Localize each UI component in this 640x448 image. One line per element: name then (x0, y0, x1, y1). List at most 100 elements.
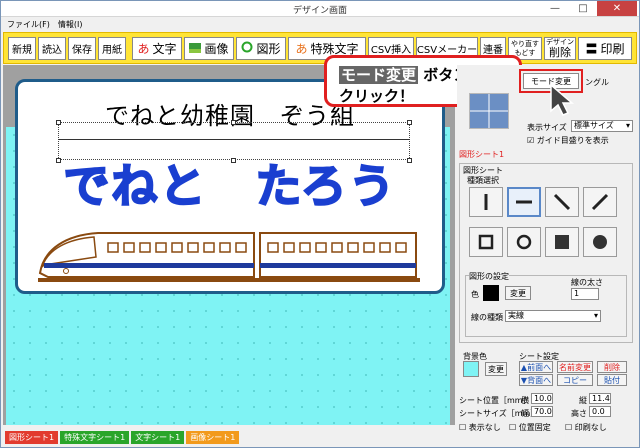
layout-preview (469, 93, 509, 129)
line-width-label: 線の太さ (571, 278, 603, 287)
delete-design-button[interactable]: デザイン 削除 (544, 37, 576, 60)
line-type-label: 線の種類 (471, 313, 503, 322)
x-input[interactable]: 10.0 (531, 393, 553, 404)
image-button[interactable]: 画像 (184, 37, 234, 60)
text-button[interactable]: あ文字 (132, 37, 182, 60)
y-value: 11.4 (592, 394, 610, 403)
close-button[interactable]: ✕ (597, 1, 637, 16)
window-controls: — □ ✕ (541, 1, 637, 16)
width-input[interactable]: 70.0 (531, 406, 553, 417)
hide-checkbox[interactable]: ☐ 表示なし (459, 422, 501, 433)
sheet-position-label: シート位置［mm］ (459, 396, 531, 405)
position-fixed-checkbox[interactable]: ☐ 位置固定 (509, 422, 551, 433)
load-button[interactable]: 読込 (38, 37, 66, 60)
height-value: 0.0 (592, 407, 605, 416)
circle-shape-button[interactable] (507, 227, 541, 257)
mode-label: ングル (585, 78, 609, 87)
position-fixed-label: 位置固定 (518, 423, 551, 432)
no-print-checkbox[interactable]: ☐ 印刷なし (565, 422, 607, 433)
delete-sheet-button[interactable]: 削除 (597, 361, 627, 373)
delete-bottom-label: 削除 (549, 46, 571, 59)
callout-line2: クリック！ (339, 87, 415, 105)
checkbox-icon: ☐ (565, 423, 573, 432)
print-icon: 〓 (585, 42, 598, 56)
no-print-label: 印刷なし (574, 423, 607, 432)
current-sheet-title: 図形シート1 (459, 150, 505, 159)
line-shape[interactable] (58, 139, 410, 140)
shape-button-label: 図形 (256, 42, 281, 56)
print-label: 印刷 (600, 42, 625, 56)
image-button-label: 画像 (204, 42, 229, 56)
copy-button[interactable]: コピー (557, 374, 593, 386)
paper-button[interactable]: 用紙 (98, 37, 126, 60)
rename-button[interactable]: 名前変更 (557, 361, 593, 373)
resize-handle[interactable] (56, 120, 61, 125)
line-width-input[interactable]: 1 (571, 288, 599, 300)
diagonal-up-shape-button[interactable] (583, 187, 617, 217)
name-card[interactable]: でねと幼稚園 ぞう組 でねと たろう (15, 79, 445, 294)
sheet-tab[interactable]: 図形シート1 (5, 431, 59, 444)
child-name-text[interactable]: でねと たろう (18, 150, 442, 216)
hide-label: 表示なし (468, 423, 501, 432)
menu-file[interactable]: ファイル(F) (7, 18, 50, 32)
color-change-button[interactable]: 変更 (505, 286, 531, 300)
sheet-tab[interactable]: 画像シート1 (186, 431, 240, 444)
sheet-tab[interactable]: 文字シート1 (131, 431, 185, 444)
mouse-pointer-icon (550, 83, 575, 116)
diagonal-down-shape-button[interactable] (545, 187, 579, 217)
bg-change-button[interactable]: 変更 (485, 362, 507, 376)
display-size-label: 表示サイズ (527, 123, 567, 132)
height-label: 高さ (571, 409, 587, 418)
guide-checkbox[interactable]: ☑ ガイド目盛りを表示 (527, 135, 609, 146)
height-input[interactable]: 0.0 (589, 406, 611, 417)
display-size-select[interactable]: 標準サイズ ▾ (571, 120, 633, 132)
color-swatch (483, 285, 499, 301)
rectangle-outline-icon (478, 234, 494, 250)
sheet-tabs: 図形シート1 特殊文字シート1 文字シート1 画像シート1 (5, 431, 240, 445)
resize-handle[interactable] (407, 120, 412, 125)
paste-button[interactable]: 貼付 (597, 374, 627, 386)
filled-circle-shape-button[interactable] (583, 227, 617, 257)
vertical-line-icon (484, 194, 488, 210)
display-size-value: 標準サイズ (574, 121, 614, 130)
text-button-label: 文字 (152, 42, 177, 56)
save-button[interactable]: 保存 (68, 37, 96, 60)
line-width-value: 1 (574, 289, 580, 298)
new-button[interactable]: 新規 (8, 37, 36, 60)
x-label: 横 (521, 396, 529, 405)
train-image[interactable] (38, 227, 420, 283)
checkbox-checked-icon: ☑ (527, 136, 535, 145)
vertical-line-shape-button[interactable] (469, 187, 503, 217)
color-label: 色 (471, 290, 479, 299)
line-type-select[interactable]: 実線 ▾ (505, 310, 601, 322)
menu-info[interactable]: 情報(I) (58, 18, 83, 32)
resize-handle[interactable] (231, 120, 236, 125)
sheet-tab[interactable]: 特殊文字シート1 (60, 431, 130, 444)
horizontal-line-shape-button[interactable] (507, 187, 541, 217)
bring-front-button[interactable]: ▲前面へ (519, 361, 553, 373)
send-back-button[interactable]: ▼背面へ (519, 374, 553, 386)
y-input[interactable]: 11.4 (589, 393, 611, 404)
minimize-button[interactable]: — (541, 1, 569, 16)
app-window: デザイン画面 — □ ✕ ファイル(F) 情報(I) 新規 読込 保存 用紙 あ… (0, 0, 640, 448)
rectangle-shape-button[interactable] (469, 227, 503, 257)
line-type-value: 実線 (508, 311, 524, 320)
chevron-down-icon: ▾ (625, 121, 630, 130)
bg-color-swatch (463, 361, 479, 377)
checkbox-icon: ☐ (459, 423, 467, 432)
title-bar: デザイン画面 — □ ✕ (1, 1, 639, 17)
checkbox-icon: ☐ (509, 423, 517, 432)
callout-highlight: モード変更 (339, 66, 419, 84)
maximize-button[interactable]: □ (569, 1, 597, 16)
grid-preview-icon (470, 94, 508, 128)
circle-outline-icon (516, 234, 532, 250)
filled-rectangle-shape-button[interactable] (545, 227, 579, 257)
print-button[interactable]: 〓印刷 (578, 37, 632, 60)
toolbar: 新規 読込 保存 用紙 あ文字 画像 図形 あ特殊文字 CSV挿入 CSVメーカ… (3, 32, 637, 64)
filled-circle-icon (593, 235, 607, 249)
shape-button[interactable]: 図形 (236, 37, 286, 60)
diagonal-down-line-icon (553, 193, 571, 211)
width-value: 70.0 (534, 407, 552, 416)
circle-shape-icon (241, 41, 253, 56)
x-value: 10.0 (534, 394, 552, 403)
